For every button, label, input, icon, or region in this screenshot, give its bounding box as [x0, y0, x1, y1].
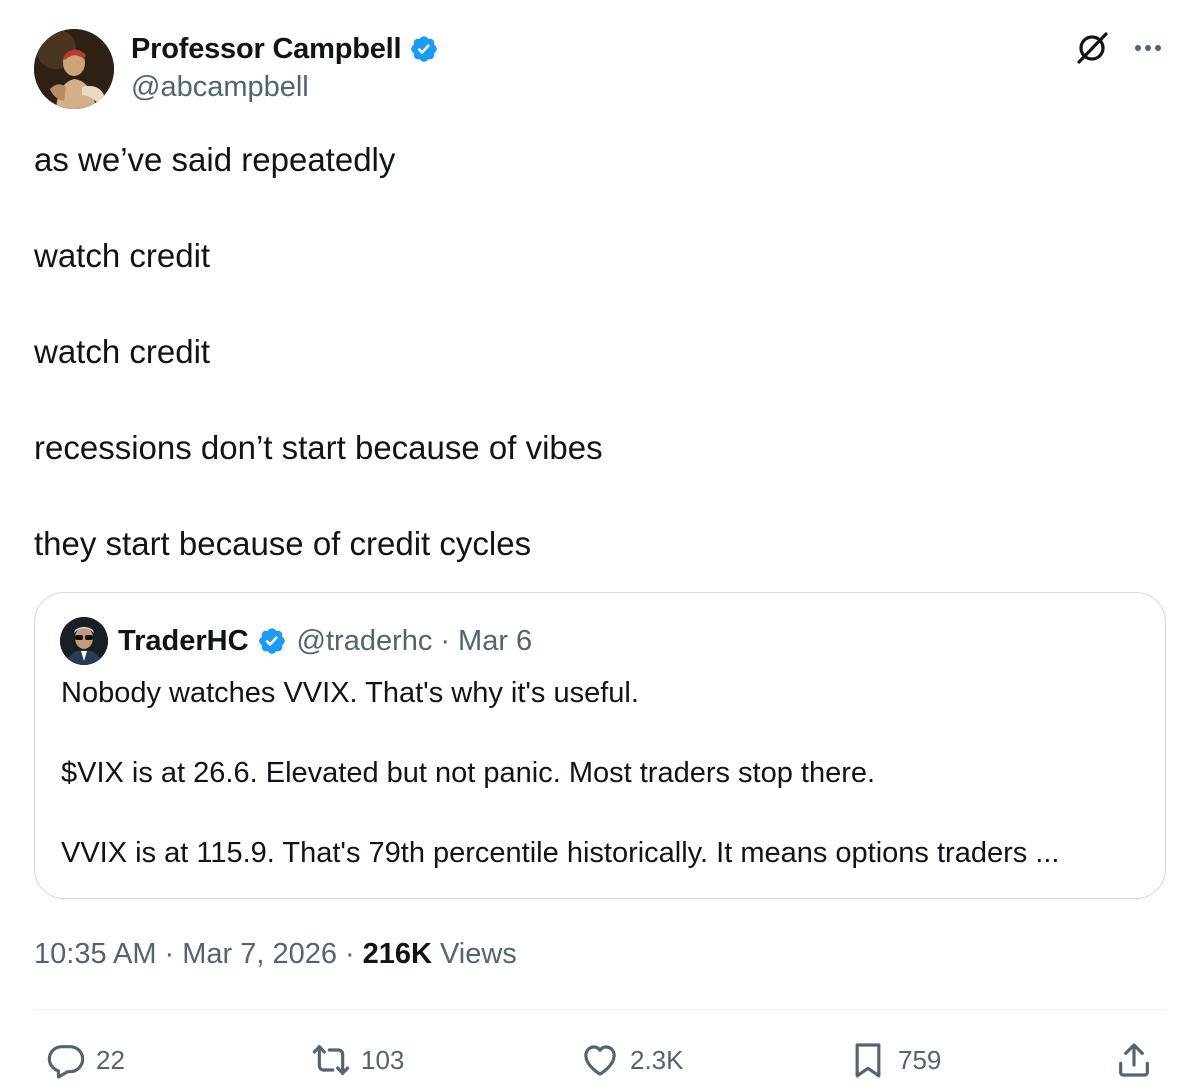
tweet-text: as we’ve said repeatedly watch credit wa…	[34, 138, 1144, 566]
tweet-text-line: watch credit	[34, 237, 211, 274]
quoted-text-line: VVIX is at 115.9. That's 79th percentile…	[61, 837, 1060, 869]
like-count: 2.3K	[630, 1044, 684, 1075]
tweet-text-line: they start because of credit cycles	[34, 525, 532, 562]
quoted-tweet-date[interactable]: Mar 6	[458, 625, 532, 658]
divider	[34, 1009, 1166, 1010]
more-icon[interactable]	[1128, 30, 1168, 66]
bookmark-count: 759	[898, 1044, 942, 1075]
views-count[interactable]: 216K	[363, 938, 432, 971]
grok-icon[interactable]	[1072, 28, 1112, 68]
author-handle[interactable]: @abcampbell	[131, 71, 309, 104]
repost-count: 103	[361, 1044, 405, 1075]
repost-icon	[311, 1040, 351, 1080]
author-name-row: Professor Campbell	[131, 30, 439, 68]
quoted-tweet-text: Nobody watches VVIX. That's why it's use…	[61, 673, 1141, 873]
bookmark-button[interactable]: 759	[848, 1038, 941, 1082]
verified-badge-icon	[257, 626, 287, 656]
tweet-text-line: recessions don’t start because of vibes	[34, 429, 603, 466]
tweet-meta: 10:35 AM · Mar 7, 2026 · 216K Views	[34, 934, 517, 974]
tweet-date[interactable]: Mar 7, 2026	[182, 938, 337, 971]
reply-button[interactable]: 22	[46, 1038, 125, 1082]
heart-icon	[580, 1040, 620, 1080]
views-label: Views	[439, 937, 517, 970]
reply-icon	[46, 1040, 86, 1080]
quoted-author-avatar[interactable]	[60, 617, 108, 665]
separator-dot: ·	[344, 937, 355, 970]
quoted-author-handle: @traderhc	[296, 624, 433, 657]
quoted-tweet-header: TraderHC @traderhc · Mar 6	[60, 617, 532, 665]
action-bar: 22 103 2.3K 759	[0, 1030, 1180, 1087]
tweet-time[interactable]: 10:35 AM	[34, 938, 157, 971]
author-display-name[interactable]: Professor Campbell	[131, 33, 402, 66]
share-button[interactable]	[1114, 1038, 1154, 1082]
author-avatar[interactable]	[34, 29, 114, 109]
verified-badge-icon[interactable]	[409, 34, 439, 64]
quoted-text-line: $VIX is at 26.6. Elevated but not panic.…	[61, 757, 876, 789]
quoted-author-name[interactable]: TraderHC	[118, 625, 249, 658]
repost-button[interactable]: 103	[311, 1038, 404, 1082]
bookmark-icon	[848, 1040, 888, 1080]
separator-dot: ·	[440, 624, 451, 657]
tweet: Professor Campbell @abcampbell as we’ve …	[0, 0, 1180, 1087]
tweet-text-line: as we’ve said repeatedly	[34, 141, 396, 178]
share-icon	[1114, 1040, 1154, 1080]
like-button[interactable]: 2.3K	[580, 1038, 684, 1082]
tweet-text-line: watch credit	[34, 333, 211, 370]
quoted-tweet[interactable]: TraderHC @traderhc · Mar 6 Nobody watche…	[34, 592, 1166, 899]
reply-count: 22	[96, 1044, 125, 1075]
separator-dot: ·	[164, 937, 175, 970]
quoted-text-line: Nobody watches VVIX. That's why it's use…	[61, 677, 639, 709]
